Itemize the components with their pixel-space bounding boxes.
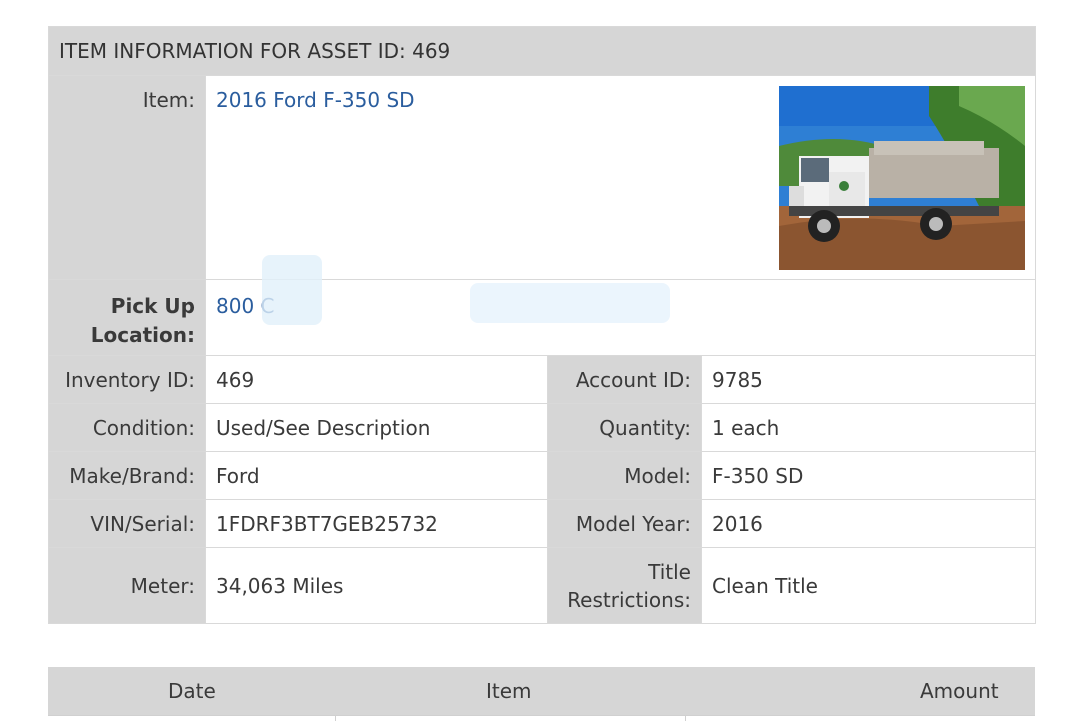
quantity-label: Quantity: (547, 403, 702, 452)
column-header-amount[interactable]: Amount (920, 679, 999, 703)
title-restrictions-line2: Restrictions: (567, 587, 691, 612)
vin-serial-label: VIN/Serial: (48, 499, 206, 548)
pickup-location-label: Pick Up Location: (48, 279, 206, 356)
item-information-panel: ITEM INFORMATION FOR ASSET ID: 469 Item:… (47, 26, 1037, 624)
column-header-date[interactable]: Date (168, 679, 216, 703)
pickup-label-line1: Pick Up (110, 294, 195, 318)
make-brand-value: Ford (205, 451, 548, 500)
pickup-label-line2: Location: (90, 323, 195, 347)
section-header: ITEM INFORMATION FOR ASSET ID: 469 (47, 26, 1037, 76)
title-restrictions-value: Clean Title (700, 547, 1037, 624)
condition-value: Used/See Description (205, 403, 548, 452)
inventory-id-value: 469 (205, 355, 548, 404)
condition-label: Condition: (48, 403, 206, 452)
title-restrictions-label: Title Restrictions: (547, 547, 702, 624)
item-title-link[interactable]: 2016 Ford F-350 SD (216, 88, 415, 112)
item-label: Item: (48, 75, 206, 280)
account-id-label: Account ID: (547, 355, 702, 404)
meter-label: Meter: (48, 547, 206, 624)
item-photo[interactable] (779, 86, 1026, 270)
inventory-id-label: Inventory ID: (48, 355, 206, 404)
model-label: Model: (547, 451, 702, 500)
column-header-item[interactable]: Item (486, 679, 532, 703)
model-value: F-350 SD (700, 451, 1037, 500)
meter-value: 34,063 Miles (205, 547, 548, 624)
transactions-table: Date Item Amount (48, 667, 1035, 721)
make-brand-label: Make/Brand: (48, 451, 206, 500)
redaction-smudge (470, 283, 670, 323)
model-year-value: 2016 (700, 499, 1037, 548)
vin-serial-value: 1FDRF3BT7GEB25732 (205, 499, 548, 548)
redaction-smudge (262, 255, 322, 325)
item-cell: 2016 Ford F-350 SD (204, 75, 1037, 280)
transactions-first-row (48, 715, 1035, 721)
quantity-value: 1 each (700, 403, 1037, 452)
model-year-label: Model Year: (547, 499, 702, 548)
title-restrictions-line1: Title (648, 559, 691, 584)
column-divider (685, 716, 686, 721)
transactions-header-row: Date Item Amount (48, 667, 1035, 715)
item-information-table: ITEM INFORMATION FOR ASSET ID: 469 Item:… (47, 26, 1037, 624)
account-id-value: 9785 (700, 355, 1037, 404)
column-divider (335, 716, 336, 721)
